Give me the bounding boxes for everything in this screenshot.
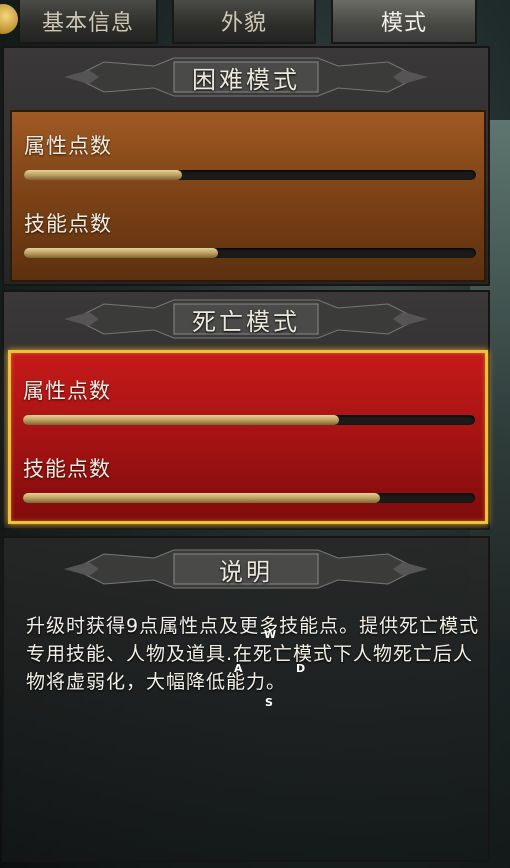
description-section: 说明 — [2, 536, 490, 862]
tab-basic-info[interactable]: 基本信息 — [18, 0, 158, 44]
tab-mode[interactable]: 模式 — [331, 0, 477, 44]
death-mode-option[interactable]: 属性点数 技能点数 — [8, 350, 488, 524]
key-hint-w: W — [264, 628, 277, 641]
key-hint-d: D — [296, 662, 306, 675]
death-mode-section: 死亡模式 属性点数 技能点数 — [2, 290, 490, 530]
death-skill-label: 技能点数 — [23, 457, 111, 481]
description-title: 说明 — [219, 557, 273, 586]
death-skill-fill — [23, 493, 381, 503]
hard-skill-bar — [24, 248, 476, 258]
key-hint-s: S — [265, 696, 273, 709]
death-attribute-bar — [23, 415, 475, 425]
description-banner: 说明 — [4, 544, 488, 594]
tab-bar: 基本信息 外貌 模式 — [0, 0, 510, 46]
gold-coin-icon — [0, 4, 18, 34]
hard-skill-label: 技能点数 — [24, 212, 112, 236]
hard-mode-title: 困难模式 — [192, 65, 300, 94]
death-attribute-fill — [23, 415, 340, 425]
hard-skill-fill — [24, 248, 219, 258]
hard-mode-banner: 困难模式 — [4, 52, 488, 102]
hard-mode-option[interactable]: 属性点数 技能点数 — [10, 110, 486, 282]
hard-attribute-bar — [24, 170, 476, 180]
death-mode-banner: 死亡模式 — [4, 294, 488, 344]
description-text: 升级时获得9点属性点及更多技能点。提供死亡模式专用技能、人物及道具.在死亡模式下… — [26, 615, 480, 693]
tab-basic-info-label: 基本信息 — [41, 11, 134, 36]
hard-attribute-fill — [24, 170, 183, 180]
tab-appearance[interactable]: 外貌 — [172, 0, 316, 44]
death-skill-bar — [23, 493, 475, 503]
tab-appearance-label: 外貌 — [220, 11, 267, 36]
hard-attribute-label: 属性点数 — [24, 134, 112, 158]
death-attribute-label: 属性点数 — [23, 379, 111, 403]
key-hint-a: A — [234, 662, 243, 675]
death-mode-title: 死亡模式 — [192, 307, 300, 336]
tab-mode-label: 模式 — [380, 11, 427, 36]
hard-mode-section: 困难模式 属性点数 技能点数 — [2, 46, 490, 286]
